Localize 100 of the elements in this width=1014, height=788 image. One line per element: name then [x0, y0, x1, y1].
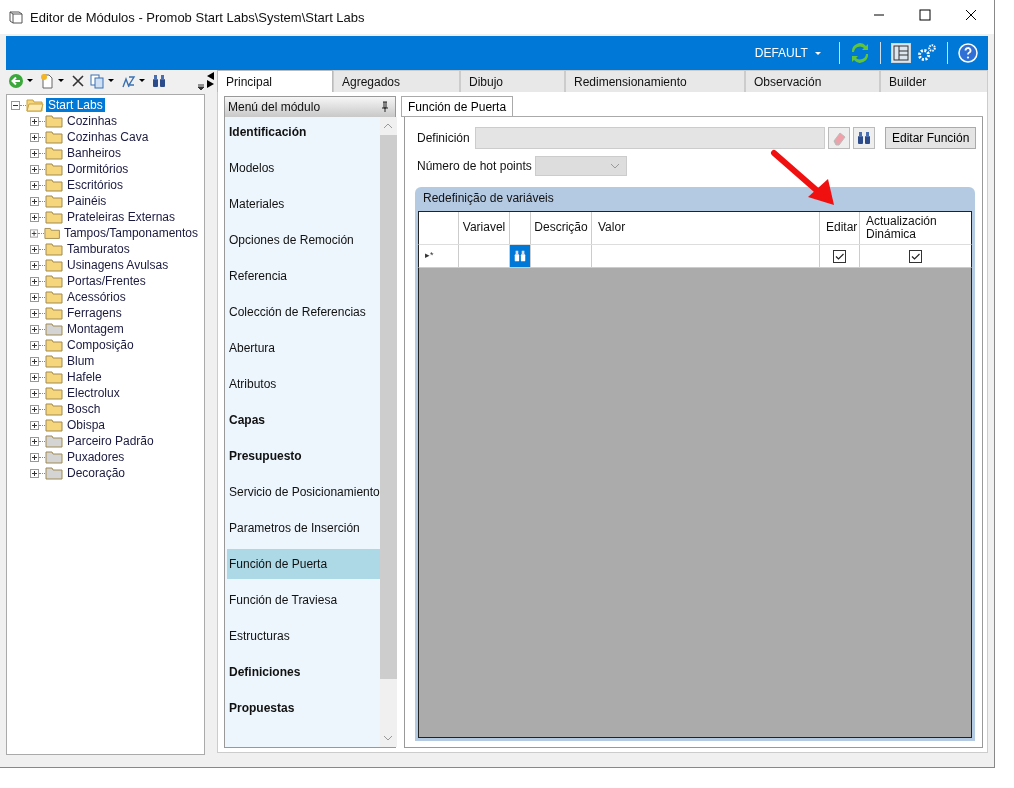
- expand-icon[interactable]: [30, 164, 39, 174]
- menu-item[interactable]: Opciones de Remoción: [227, 225, 380, 255]
- tab[interactable]: Observación: [745, 70, 880, 92]
- tree-item[interactable]: Dormitórios: [65, 162, 131, 176]
- menu-item[interactable]: Propuestas: [227, 693, 380, 723]
- tab[interactable]: Builder: [880, 70, 988, 92]
- tab[interactable]: Principal: [217, 70, 333, 92]
- expand-icon[interactable]: [30, 212, 39, 222]
- pin-icon[interactable]: [381, 101, 389, 113]
- expand-icon[interactable]: [30, 116, 39, 126]
- expand-icon[interactable]: [30, 228, 39, 238]
- expand-right-icon[interactable]: [207, 80, 215, 88]
- expand-icon[interactable]: [30, 308, 39, 318]
- menu-item[interactable]: Capas: [227, 405, 380, 435]
- expand-icon[interactable]: [30, 468, 39, 478]
- menu-item[interactable]: Colección de Referencias: [227, 297, 380, 327]
- tree-item[interactable]: Ferragens: [65, 306, 124, 320]
- overflow-icon[interactable]: [197, 82, 205, 92]
- tree-item[interactable]: Bosch: [65, 402, 103, 416]
- collapse-icon[interactable]: [11, 100, 20, 110]
- menu-item[interactable]: Presupuesto: [227, 441, 380, 471]
- checkbox[interactable]: [833, 249, 846, 263]
- layout-icon[interactable]: [891, 43, 911, 63]
- menu-item[interactable]: Identificación: [227, 117, 380, 147]
- expand-icon[interactable]: [30, 292, 39, 302]
- expand-icon[interactable]: [30, 452, 39, 462]
- column-header[interactable]: Actualización Dinámica: [860, 212, 971, 244]
- expand-icon[interactable]: [30, 244, 39, 254]
- binoculars-icon[interactable]: [151, 73, 167, 89]
- expand-icon[interactable]: [30, 324, 39, 334]
- eraser-icon: [831, 130, 847, 146]
- binoculars-icon: [856, 130, 872, 146]
- open-folder-icon: [26, 98, 44, 112]
- group-header: Redefinição de variáveis: [415, 187, 975, 209]
- settings-icon[interactable]: [917, 43, 937, 63]
- tree-item[interactable]: Tamburatos: [65, 242, 132, 256]
- menu-item[interactable]: Estructuras: [227, 621, 380, 651]
- tree-item[interactable]: Blum: [65, 354, 97, 368]
- binoculars-icon[interactable]: [513, 249, 527, 263]
- menu-item[interactable]: Referencia: [227, 261, 380, 291]
- menu-item[interactable]: Función de Traviesa: [227, 585, 380, 615]
- tree-item[interactable]: Acessórios: [65, 290, 128, 304]
- tree-item[interactable]: Tampos/Tamponamentos: [61, 226, 200, 240]
- tab[interactable]: Función de Puerta: [401, 96, 514, 116]
- expand-icon[interactable]: [30, 276, 39, 286]
- tree-item[interactable]: Cozinhas: [65, 114, 120, 128]
- tree-item[interactable]: Cozinhas Cava: [65, 130, 151, 144]
- expand-icon[interactable]: [30, 420, 39, 430]
- collapse-left-icon[interactable]: [207, 72, 215, 80]
- dropdown-arrow-icon[interactable]: [108, 79, 114, 83]
- tree-item[interactable]: Obispa: [65, 418, 108, 432]
- sort-icon[interactable]: [120, 73, 136, 89]
- profile-dropdown[interactable]: DEFAULT: [746, 46, 829, 60]
- tree-item[interactable]: Escritórios: [65, 178, 125, 192]
- menu-item[interactable]: Atributos: [227, 369, 380, 399]
- tab[interactable]: Redimensionamiento: [565, 70, 745, 92]
- tree-item[interactable]: Painéis: [65, 194, 109, 208]
- tree-item[interactable]: Decoração: [65, 466, 128, 480]
- edit-function-button[interactable]: Editar Función: [885, 127, 977, 149]
- tab[interactable]: Dibujo: [460, 70, 565, 92]
- menu-item[interactable]: Parametros de Inserción: [227, 513, 380, 543]
- expand-icon[interactable]: [30, 388, 39, 398]
- tree-item[interactable]: Montagem: [65, 322, 126, 336]
- dropdown-arrow-icon[interactable]: [139, 79, 145, 83]
- tree-item[interactable]: Composição: [65, 338, 136, 352]
- expand-icon[interactable]: [30, 356, 39, 366]
- search-button[interactable]: [853, 127, 875, 149]
- expand-icon[interactable]: [30, 404, 39, 414]
- tree-item[interactable]: Banheiros: [65, 146, 124, 160]
- help-icon[interactable]: [958, 43, 978, 63]
- tree-item[interactable]: Parceiro Padrão: [65, 434, 156, 448]
- expand-icon[interactable]: [30, 372, 39, 382]
- tab[interactable]: Agregados: [333, 70, 460, 92]
- expand-icon[interactable]: [30, 148, 39, 158]
- tree-item[interactable]: Portas/Frentes: [65, 274, 148, 288]
- expand-icon[interactable]: [30, 436, 39, 446]
- menu-item[interactable]: Abertura: [227, 333, 380, 363]
- expand-icon[interactable]: [30, 180, 39, 190]
- tree-item[interactable]: Hafele: [65, 370, 104, 384]
- caret-icon: [815, 51, 821, 56]
- field-label: Número de hot points: [416, 159, 532, 173]
- expand-icon[interactable]: [30, 196, 39, 206]
- menu-item[interactable]: Materiales: [227, 189, 380, 219]
- expand-icon[interactable]: [30, 260, 39, 270]
- menu-item[interactable]: Modelos: [227, 153, 380, 183]
- tree-item[interactable]: Usinagens Avulsas: [65, 258, 171, 272]
- menu-item[interactable]: Función de Puerta: [227, 549, 380, 579]
- tree-item[interactable]: Start Labs: [46, 98, 105, 112]
- dropdown-arrow-icon[interactable]: [27, 79, 33, 83]
- definition-field[interactable]: [475, 127, 825, 149]
- tree-item[interactable]: Prateleiras Externas: [65, 210, 178, 224]
- tree-item[interactable]: Puxadores: [65, 450, 127, 464]
- expand-icon[interactable]: [30, 340, 39, 350]
- dropdown-arrow-icon[interactable]: [58, 79, 64, 83]
- menu-item[interactable]: Definiciones: [227, 657, 380, 687]
- delete-icon[interactable]: [70, 73, 86, 89]
- menu-item[interactable]: Servicio de Posicionamiento: [227, 477, 380, 507]
- checkbox[interactable]: [909, 249, 922, 263]
- tree-item[interactable]: Electrolux: [65, 386, 122, 400]
- expand-icon[interactable]: [30, 132, 39, 142]
